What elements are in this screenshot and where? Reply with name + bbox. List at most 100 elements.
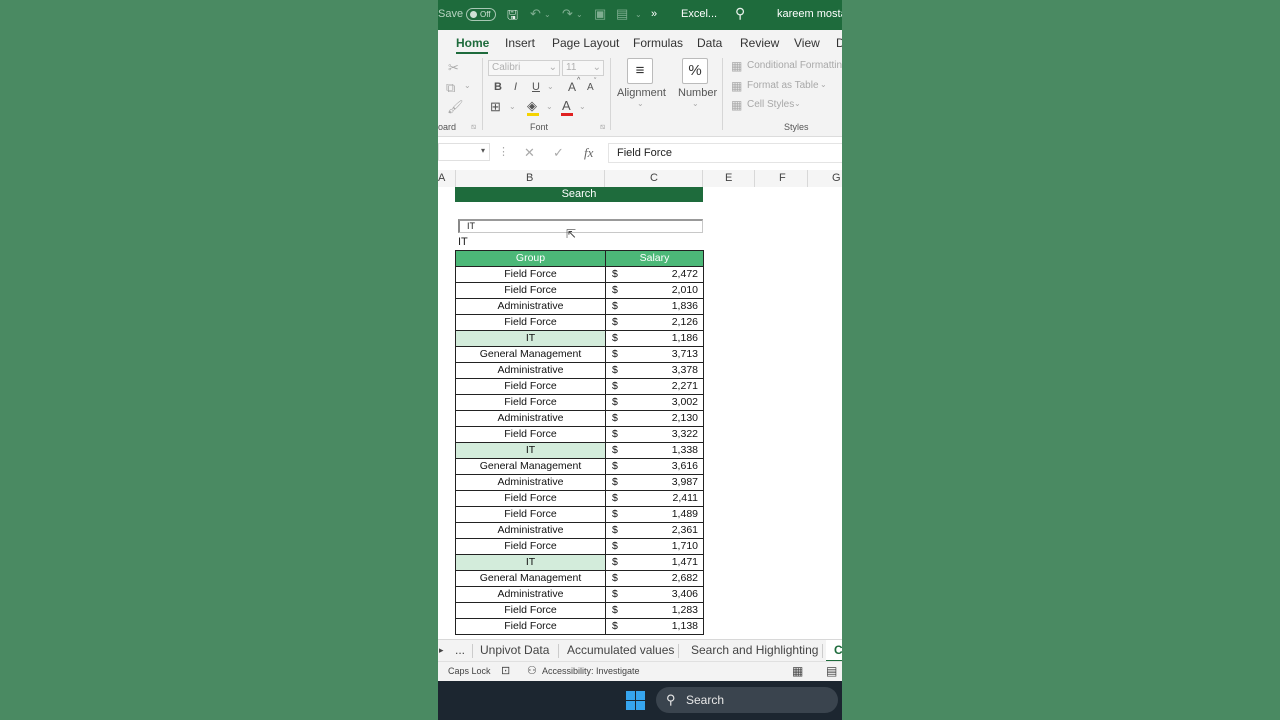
grow-font-button[interactable]: A <box>568 80 576 94</box>
accessibility-status[interactable]: Accessibility: Investigate <box>542 666 640 676</box>
alignment-button[interactable]: Alignment <box>617 87 666 99</box>
sheet-tab-accumulated-values[interactable]: Accumulated values <box>567 643 674 657</box>
group-cell[interactable]: General Management <box>455 346 606 363</box>
group-cell[interactable]: Administrative <box>455 410 606 427</box>
tab-formulas[interactable]: Formulas <box>633 36 683 50</box>
group-cell[interactable]: Field Force <box>455 266 606 283</box>
group-header[interactable]: Group <box>455 250 606 267</box>
salary-cell[interactable]: $3,378 <box>605 362 704 379</box>
table-icon[interactable]: ▤ <box>616 6 628 22</box>
salary-cell[interactable]: $2,472 <box>605 266 704 283</box>
group-cell[interactable]: Field Force <box>455 314 606 331</box>
redo-dropdown-icon[interactable]: ⌄ <box>576 10 583 19</box>
font-color-dropdown-icon[interactable]: ⌄ <box>579 102 586 111</box>
salary-cell[interactable]: $2,126 <box>605 314 704 331</box>
underline-dropdown-icon[interactable]: ⌄ <box>547 82 554 91</box>
more-commands[interactable]: » <box>651 8 657 20</box>
name-box[interactable]: ▾ <box>438 143 490 161</box>
group-cell[interactable]: Field Force <box>455 618 606 635</box>
sheet-tab-active[interactable]: C <box>834 643 842 657</box>
tab-home[interactable]: Home <box>456 36 489 50</box>
copy-icon[interactable]: ⧉ <box>446 80 455 96</box>
worksheet[interactable]: Search IT ⇱ IT Group Salary Field Force $… <box>438 187 842 637</box>
more-sheets-button[interactable]: ... <box>455 643 465 657</box>
accessibility-icon[interactable]: ⚇ <box>527 664 537 677</box>
cut-icon[interactable]: ✂ <box>448 60 459 76</box>
salary-cell[interactable]: $1,710 <box>605 538 704 555</box>
column-header-c[interactable]: C <box>650 172 658 184</box>
borders-icon[interactable]: ⊞ <box>490 99 501 115</box>
group-cell[interactable]: IT <box>455 330 606 347</box>
group-cell[interactable]: Field Force <box>455 538 606 555</box>
group-cell[interactable]: Administrative <box>455 586 606 603</box>
search-icon[interactable]: ⚲ <box>735 5 745 22</box>
sheet-tab-unpivot-data[interactable]: Unpivot Data <box>480 643 549 657</box>
number-dropdown-icon[interactable]: ⌄ <box>692 99 699 108</box>
tab-insert[interactable]: Insert <box>505 36 535 50</box>
name-box-dropdown-icon[interactable]: ▾ <box>481 146 485 155</box>
salary-cell[interactable]: $2,361 <box>605 522 704 539</box>
number-button[interactable]: Number <box>678 87 717 99</box>
font-size-dropdown-icon[interactable]: ⌄ <box>593 62 601 73</box>
salary-cell[interactable]: $2,411 <box>605 490 704 507</box>
salary-header[interactable]: Salary <box>605 250 704 267</box>
undo-dropdown-icon[interactable]: ⌄ <box>544 10 551 19</box>
column-header-a[interactable]: A <box>438 172 445 184</box>
search-result-cell[interactable]: IT <box>458 236 468 248</box>
user-name[interactable]: kareem mostaf <box>777 8 842 20</box>
taskbar-search[interactable]: ⚲ Search <box>656 687 838 713</box>
salary-cell[interactable]: $2,130 <box>605 410 704 427</box>
tab-view[interactable]: View <box>794 36 820 50</box>
scroll-tabs-right-icon[interactable]: ▸ <box>439 645 444 656</box>
column-header-b[interactable]: B <box>526 172 533 184</box>
shrink-font-button[interactable]: A <box>587 82 594 93</box>
salary-cell[interactable]: $1,338 <box>605 442 704 459</box>
formula-input[interactable]: Field Force <box>608 143 842 163</box>
salary-cell[interactable]: $2,682 <box>605 570 704 587</box>
column-header-f[interactable]: F <box>779 172 786 184</box>
cell-styles-dropdown-icon[interactable]: ⌄ <box>794 99 801 108</box>
group-cell[interactable]: IT <box>455 442 606 459</box>
group-cell[interactable]: Administrative <box>455 298 606 315</box>
group-cell[interactable]: Administrative <box>455 362 606 379</box>
group-cell[interactable]: Administrative <box>455 522 606 539</box>
format-painter-icon[interactable]: 🖌 <box>447 99 464 115</box>
fill-dropdown-icon[interactable]: ⌄ <box>546 102 553 111</box>
salary-cell[interactable]: $1,489 <box>605 506 704 523</box>
salary-cell[interactable]: $2,010 <box>605 282 704 299</box>
salary-cell[interactable]: $3,616 <box>605 458 704 475</box>
salary-cell[interactable]: $1,186 <box>605 330 704 347</box>
font-size-box[interactable]: 11 ⌄ <box>562 60 604 76</box>
autosave-toggle[interactable]: Off <box>466 8 496 21</box>
insert-function-icon[interactable]: fx <box>584 145 593 161</box>
group-cell[interactable]: Field Force <box>455 490 606 507</box>
percent-icon[interactable]: % <box>682 58 708 84</box>
redo-icon[interactable]: ↷ <box>562 6 573 22</box>
group-cell[interactable]: Field Force <box>455 282 606 299</box>
salary-cell[interactable]: $3,406 <box>605 586 704 603</box>
macro-record-icon[interactable]: ⊡ <box>501 664 510 677</box>
save-icon[interactable]: 🖫 <box>507 6 518 28</box>
font-color-icon[interactable]: A <box>562 98 571 113</box>
normal-view-icon[interactable]: ▦ <box>792 664 803 678</box>
tab-review[interactable]: Review <box>740 36 779 50</box>
sheet-tab-search-and-highlighting[interactable]: Search and Highlighting <box>691 643 818 657</box>
tab-data[interactable]: Data <box>697 36 722 50</box>
format-as-table-button[interactable]: Format as Table <box>747 80 819 91</box>
group-cell[interactable]: Field Force <box>455 394 606 411</box>
column-header-g[interactable]: G <box>832 172 841 184</box>
search-input-cell[interactable]: IT <box>458 219 703 233</box>
windows-start-icon[interactable] <box>626 691 645 710</box>
customize-dropdown-icon[interactable]: ⌄ <box>635 10 642 19</box>
group-cell[interactable]: Field Force <box>455 506 606 523</box>
salary-cell[interactable]: $1,471 <box>605 554 704 571</box>
group-cell[interactable]: Field Force <box>455 378 606 395</box>
group-cell[interactable]: Field Force <box>455 426 606 443</box>
salary-cell[interactable]: $3,002 <box>605 394 704 411</box>
format-as-table-dropdown-icon[interactable]: ⌄ <box>820 80 827 89</box>
salary-cell[interactable]: $3,987 <box>605 474 704 491</box>
conditional-formatting-button[interactable]: Conditional Formattin <box>747 60 842 71</box>
cancel-icon[interactable]: ✕ <box>524 145 535 161</box>
copy-dropdown-icon[interactable]: ⌄ <box>464 81 471 90</box>
clipboard-launcher-icon[interactable]: ⧅ <box>471 122 476 132</box>
